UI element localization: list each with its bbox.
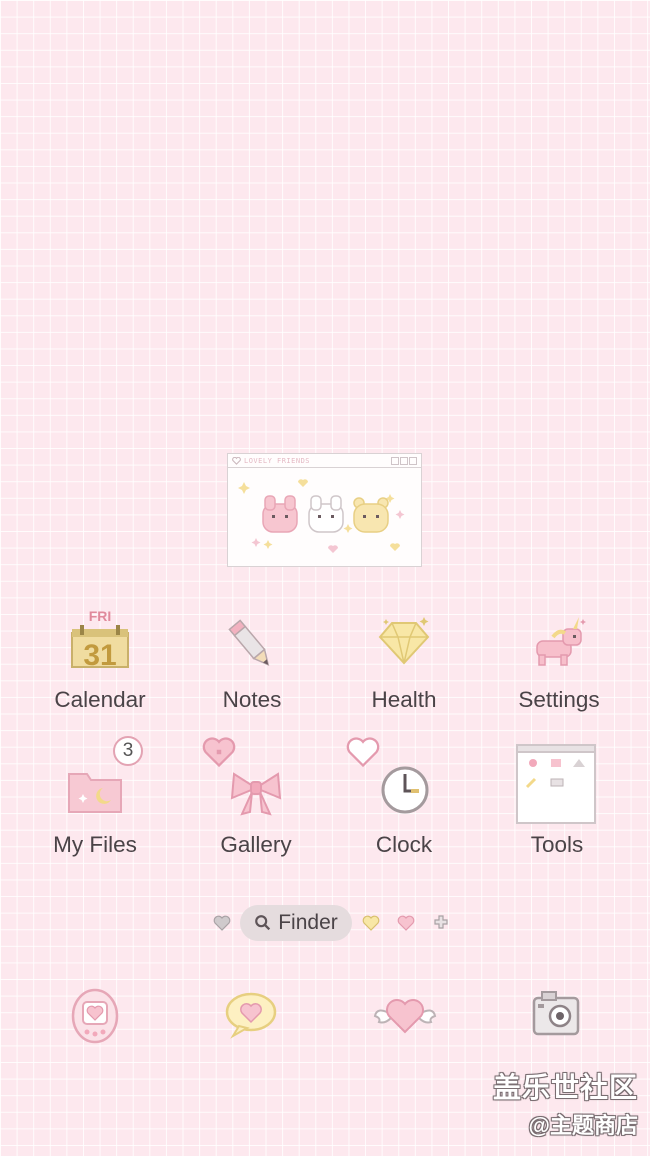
search-icon [255, 915, 271, 931]
page-indicator-heart-pink-icon[interactable] [396, 913, 416, 933]
app-label: Tools [530, 832, 584, 857]
notification-badge: 3 [113, 736, 143, 766]
app-settings[interactable]: Settings [484, 605, 634, 725]
pencil-icon [228, 619, 270, 667]
app-clock[interactable]: Clock [329, 737, 479, 865]
app-calendar[interactable]: FRI 31 Calendar [25, 605, 175, 725]
app-my-files[interactable]: 3 My Files [20, 736, 170, 865]
lovely-friends-widget[interactable]: LOVELY FRIENDS [227, 453, 422, 567]
unicorn-icon [536, 617, 586, 666]
app-label: My Files [53, 832, 137, 857]
app-health[interactable]: Health [329, 605, 479, 725]
app-label: Notes [222, 687, 282, 712]
watermark-theme-store: @主题商店 [528, 1113, 638, 1138]
clock-icon [381, 766, 429, 814]
app-label: Health [371, 687, 437, 712]
winged-heart-icon[interactable] [373, 982, 437, 1046]
app-gallery[interactable]: Gallery [181, 737, 331, 865]
bow-icon [230, 772, 282, 816]
maximize-icon [400, 456, 408, 465]
app-label: Clock [375, 832, 433, 857]
camera-icon[interactable] [524, 982, 588, 1046]
add-page-icon[interactable] [433, 914, 449, 930]
diamond-icon [378, 617, 430, 665]
finder-label: Finder [278, 911, 338, 934]
watermark-community: 盖乐世社区 [492, 1072, 638, 1103]
widget-title: LOVELY FRIENDS [244, 456, 311, 465]
calendar-icon: FRI 31 [71, 608, 129, 669]
heart-outline-icon [232, 456, 241, 465]
friends-illustration [238, 479, 405, 553]
app-notes[interactable]: Notes [177, 605, 327, 725]
app-label: Calendar [54, 687, 146, 712]
calendar-date: 31 [83, 639, 116, 669]
app-tools[interactable]: Tools [482, 740, 632, 865]
tools-window-icon [516, 744, 596, 824]
app-label: Settings [518, 687, 600, 712]
app-label: Gallery [220, 832, 292, 857]
page-indicator-heart-icon[interactable] [212, 913, 232, 933]
close-icon [409, 456, 417, 465]
folder-icon [68, 773, 122, 813]
finder-search-bar[interactable]: Finder [240, 905, 352, 941]
egg-device-icon[interactable] [63, 982, 127, 1046]
calendar-day: FRI [89, 608, 112, 624]
widget-title-bar: LOVELY FRIENDS [228, 454, 421, 468]
heart-bubble-icon[interactable] [219, 982, 283, 1046]
page-indicator-heart-yellow-icon[interactable] [361, 913, 381, 933]
minimize-icon [391, 456, 399, 465]
